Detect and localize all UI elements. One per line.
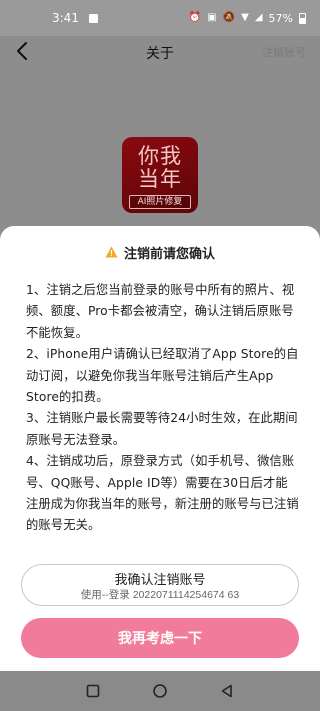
home-icon[interactable] xyxy=(152,683,168,699)
logo-text: 你我 当年 xyxy=(122,145,198,191)
alarm-icon: ⏰ xyxy=(188,12,202,23)
recent-apps-icon[interactable] xyxy=(85,683,101,699)
gallery-icon xyxy=(88,13,98,23)
confirm-deregister-button[interactable]: 我确认注销账号 使用--登录 2022071114254674 63 xyxy=(21,564,299,606)
nfc-icon: ▣ xyxy=(207,12,217,23)
logo-line-1: 你我 xyxy=(138,144,182,168)
logo-line-2: 当年 xyxy=(138,167,182,191)
notice-item-2: 2、iPhone用户请确认已经取消了App Store的自动订阅，以避免你我当年… xyxy=(26,347,299,405)
signal-icon: ◢ xyxy=(254,12,263,23)
system-nav-bar xyxy=(0,671,320,711)
wifi-icon: ▼ xyxy=(241,12,249,23)
back-icon[interactable] xyxy=(219,683,235,699)
deregister-confirm-sheet: 注销前请您确认 1、注销之后您当前登录的账号中所有的照片、视频、额度、Pro卡都… xyxy=(0,226,320,671)
sheet-header: 注销前请您确认 xyxy=(0,242,320,262)
status-right: ⏰ ▣ 🔕 ▼ ◢ 57% xyxy=(189,12,306,25)
app-logo: 你我 当年 AI照片修复 xyxy=(122,137,198,213)
confirm-button-subtitle: 使用--登录 2022071114254674 63 xyxy=(80,589,240,601)
battery-icon xyxy=(299,12,306,24)
sheet-body: 1、注销之后您当前登录的账号中所有的照片、视频、额度、Pro卡都会被清空，确认注… xyxy=(26,280,300,537)
sheet-title: 注销前请您确认 xyxy=(123,246,215,262)
battery-percent: 57% xyxy=(268,11,293,25)
reconsider-button[interactable]: 我再考虑一下 xyxy=(21,618,299,658)
status-bar: 3:41 ⏰ ▣ 🔕 ▼ ◢ 57% xyxy=(0,0,320,36)
confirm-button-label: 我确认注销账号 xyxy=(114,572,206,587)
mute-icon: 🔕 xyxy=(222,12,236,23)
notice-item-3: 3、注销账户最长需要等待24小时生效，在此期间原账号无法登录。 xyxy=(26,411,298,447)
status-left: 3:41 xyxy=(52,11,98,25)
notice-item-1: 1、注销之后您当前登录的账号中所有的照片、视频、额度、Pro卡都会被清空，确认注… xyxy=(26,283,295,340)
deregister-account-link[interactable]: 注销账号 xyxy=(262,44,306,60)
nav-bar: 关于 注销账号 xyxy=(0,36,320,68)
logo-tag: AI照片修复 xyxy=(129,195,191,209)
status-time: 3:41 xyxy=(52,11,79,25)
warning-icon xyxy=(105,246,118,258)
notice-item-4: 4、注销成功后，原登录方式（如手机号、微信账号、QQ账号、Apple ID等）需… xyxy=(26,454,299,533)
